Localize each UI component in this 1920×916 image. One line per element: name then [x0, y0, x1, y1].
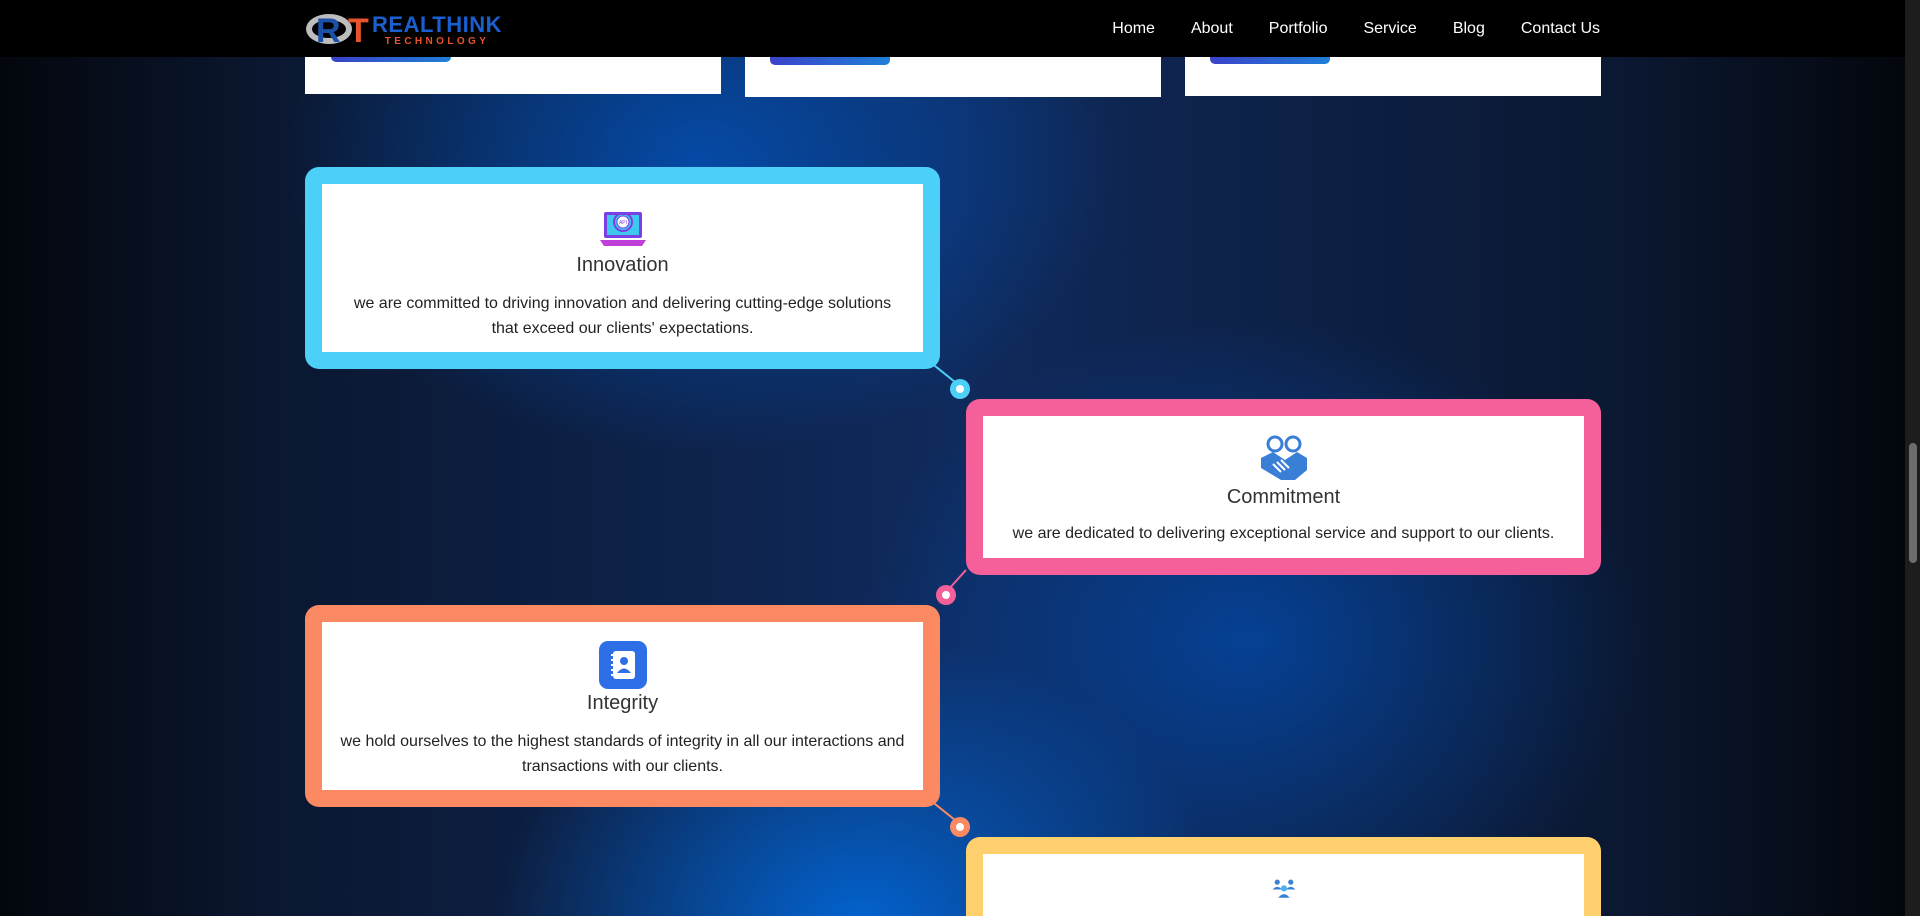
nav-service[interactable]: Service	[1363, 20, 1416, 38]
timeline-description: we hold ourselves to the highest standar…	[340, 733, 905, 775]
timeline-description: we are committed to driving innovation a…	[353, 295, 892, 337]
nav-links: Home About Portfolio Service Blog Contac…	[1112, 0, 1600, 57]
timeline-card-team	[966, 837, 1601, 916]
logo-mark: R T	[304, 10, 378, 50]
svg-text:API: API	[618, 220, 626, 226]
timeline-title: Integrity	[586, 692, 659, 714]
nav-contact-us[interactable]: Contact Us	[1521, 20, 1600, 38]
site-logo[interactable]: R T REALTHINK TECHNOLOGY	[304, 10, 502, 50]
page-background	[0, 0, 1905, 916]
timeline-title: Innovation	[576, 254, 669, 276]
contact-book-icon	[598, 641, 647, 689]
handshake-icon	[1260, 435, 1307, 480]
timeline-dot-2	[936, 585, 956, 605]
timeline-card-team-body	[983, 854, 1584, 916]
timeline-dot-3	[950, 817, 970, 837]
laptop-api-gear-icon: API	[599, 212, 646, 246]
timeline-card-integrity-body: Integrity we hold ourselves to the highe…	[322, 622, 923, 790]
timeline-description: we are dedicated to delivering exception…	[1012, 525, 1555, 542]
team-icon	[1272, 879, 1295, 898]
logo-subtitle: TECHNOLOGY	[384, 35, 490, 47]
timeline-card-commitment-body: Commitment we are dedicated to deliverin…	[983, 416, 1584, 558]
timeline-title: Commitment	[1226, 486, 1341, 508]
nav-about[interactable]: About	[1191, 20, 1233, 38]
page-scrollbar[interactable]	[1905, 0, 1920, 916]
logo-letter-t: T	[348, 12, 369, 50]
timeline-card-commitment: Commitment we are dedicated to deliverin…	[966, 399, 1601, 575]
logo-brand: REALTHINK	[372, 11, 502, 37]
timeline-dot-1	[950, 379, 970, 399]
top-navbar: R T REALTHINK TECHNOLOGY Home About Port…	[0, 0, 1905, 57]
timeline-card-integrity: Integrity we hold ourselves to the highe…	[305, 605, 940, 807]
scrollbar-thumb[interactable]	[1909, 443, 1917, 563]
nav-blog[interactable]: Blog	[1453, 20, 1485, 38]
nav-portfolio[interactable]: Portfolio	[1269, 20, 1328, 38]
timeline-card-innovation: API Innovation we are committed to drivi…	[305, 167, 940, 369]
timeline-card-innovation-body: API Innovation we are committed to drivi…	[322, 184, 923, 352]
logo-text: REALTHINK TECHNOLOGY	[372, 11, 502, 47]
nav-home[interactable]: Home	[1112, 20, 1155, 38]
logo-letter-r: R	[316, 12, 341, 50]
